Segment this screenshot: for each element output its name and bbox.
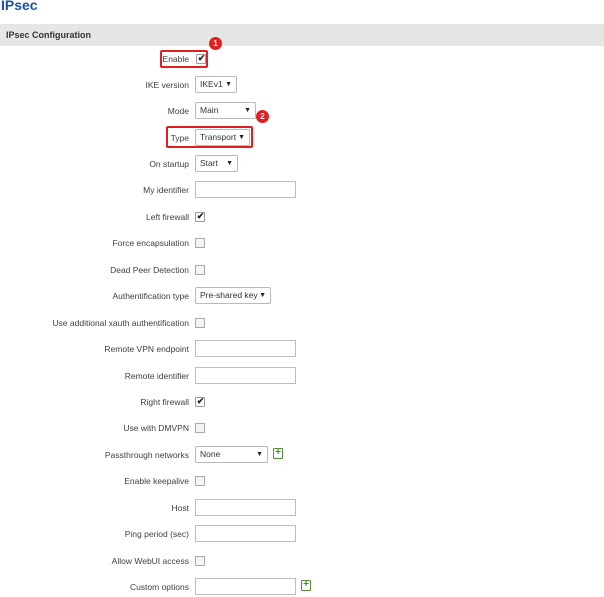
row-webui-access: Allow WebUI access xyxy=(0,551,604,571)
passthrough-label: Passthrough networks xyxy=(104,450,189,460)
remote-endpoint-input[interactable] xyxy=(195,340,296,357)
row-dead-peer-detection: Dead Peer Detection xyxy=(0,260,604,280)
row-left-firewall: Left firewall ✔ xyxy=(0,207,604,227)
row-enable: Enable ✔ xyxy=(0,49,604,69)
row-host: Host xyxy=(0,498,604,518)
annotation-badge-2: 2 xyxy=(256,110,269,123)
add-passthrough-button[interactable]: + xyxy=(273,447,283,459)
row-type: Type Transport ▼ xyxy=(0,128,604,148)
auth-type-value: Pre-shared key xyxy=(200,290,258,300)
mode-label: Mode xyxy=(167,106,189,116)
force-encapsulation-label: Force encapsulation xyxy=(112,238,189,248)
keepalive-label: Enable keepalive xyxy=(124,476,189,486)
mode-value: Main xyxy=(200,105,219,115)
auth-type-select[interactable]: Pre-shared key ▼ xyxy=(195,287,271,304)
section-title: IPsec Configuration xyxy=(6,30,92,40)
row-dmvpn: Use with DMVPN xyxy=(0,418,604,438)
row-auth-type: Authentification type Pre-shared key ▼ xyxy=(0,286,604,306)
row-keepalive: Enable keepalive xyxy=(0,471,604,491)
left-firewall-label: Left firewall xyxy=(146,212,189,222)
auth-type-label: Authentification type xyxy=(112,291,189,301)
mode-select[interactable]: Main ▼ xyxy=(195,102,256,119)
force-encapsulation-checkbox[interactable] xyxy=(195,238,205,248)
remote-identifier-input[interactable] xyxy=(195,367,296,384)
row-mode: Mode Main ▼ xyxy=(0,101,604,121)
dead-peer-detection-checkbox[interactable] xyxy=(195,265,205,275)
my-identifier-input[interactable] xyxy=(195,181,296,198)
ping-period-input[interactable] xyxy=(195,525,296,542)
checkmark-icon: ✔ xyxy=(196,211,205,221)
webui-access-checkbox[interactable] xyxy=(195,556,205,566)
row-ike-version: IKE version IKEv1 ▼ xyxy=(0,75,604,95)
chevron-down-icon: ▼ xyxy=(225,81,232,88)
page-title: IPsec xyxy=(1,0,38,13)
plus-icon: + xyxy=(303,579,309,590)
right-firewall-label: Right firewall xyxy=(140,397,189,407)
row-remote-endpoint: Remote VPN endpoint xyxy=(0,339,604,359)
custom-options-input[interactable] xyxy=(195,578,296,595)
row-passthrough: Passthrough networks None ▼ + xyxy=(0,445,604,465)
remote-endpoint-label: Remote VPN endpoint xyxy=(104,344,189,354)
left-firewall-checkbox[interactable]: ✔ xyxy=(195,211,205,222)
dmvpn-label: Use with DMVPN xyxy=(123,423,189,433)
host-label: Host xyxy=(171,503,189,513)
ike-version-value: IKEv1 xyxy=(200,79,223,89)
on-startup-value: Start xyxy=(200,158,218,168)
row-right-firewall: Right firewall ✔ xyxy=(0,392,604,412)
keepalive-checkbox[interactable] xyxy=(195,476,205,486)
row-custom-options: Custom options + xyxy=(0,577,604,597)
annotation-badge-1: 1 xyxy=(209,37,222,50)
passthrough-value: None xyxy=(200,449,221,459)
row-xauth: Use additional xauth authentification xyxy=(0,313,604,333)
checkmark-icon: ✔ xyxy=(196,396,205,406)
xauth-label: Use additional xauth authentification xyxy=(52,318,189,328)
highlight-type xyxy=(166,126,253,148)
ike-version-label: IKE version xyxy=(145,80,189,90)
row-ping-period: Ping period (sec) xyxy=(0,524,604,544)
my-identifier-label: My identifier xyxy=(143,185,189,195)
on-startup-select[interactable]: Start ▼ xyxy=(195,155,238,172)
ike-version-select[interactable]: IKEv1 ▼ xyxy=(195,76,237,93)
row-remote-identifier: Remote identifier xyxy=(0,366,604,386)
passthrough-select[interactable]: None ▼ xyxy=(195,446,268,463)
section-header: IPsec Configuration xyxy=(0,24,604,46)
add-custom-option-button[interactable]: + xyxy=(301,579,311,591)
chevron-down-icon: ▼ xyxy=(226,160,233,167)
on-startup-label: On startup xyxy=(149,159,189,169)
highlight-enable xyxy=(160,50,208,68)
ping-period-label: Ping period (sec) xyxy=(124,529,189,539)
custom-options-label: Custom options xyxy=(129,582,189,592)
right-firewall-checkbox[interactable]: ✔ xyxy=(195,396,205,407)
xauth-checkbox[interactable] xyxy=(195,318,205,328)
remote-identifier-label: Remote identifier xyxy=(124,371,189,381)
chevron-down-icon: ▼ xyxy=(256,451,263,458)
row-my-identifier: My identifier xyxy=(0,180,604,200)
webui-access-label: Allow WebUI access xyxy=(111,556,189,566)
row-force-encapsulation: Force encapsulation xyxy=(0,233,604,253)
row-on-startup: On startup Start ▼ xyxy=(0,154,604,174)
dead-peer-detection-label: Dead Peer Detection xyxy=(110,265,189,275)
host-input[interactable] xyxy=(195,499,296,516)
plus-icon: + xyxy=(275,447,281,458)
chevron-down-icon: ▼ xyxy=(259,292,266,299)
dmvpn-checkbox[interactable] xyxy=(195,423,205,433)
chevron-down-icon: ▼ xyxy=(244,107,251,114)
